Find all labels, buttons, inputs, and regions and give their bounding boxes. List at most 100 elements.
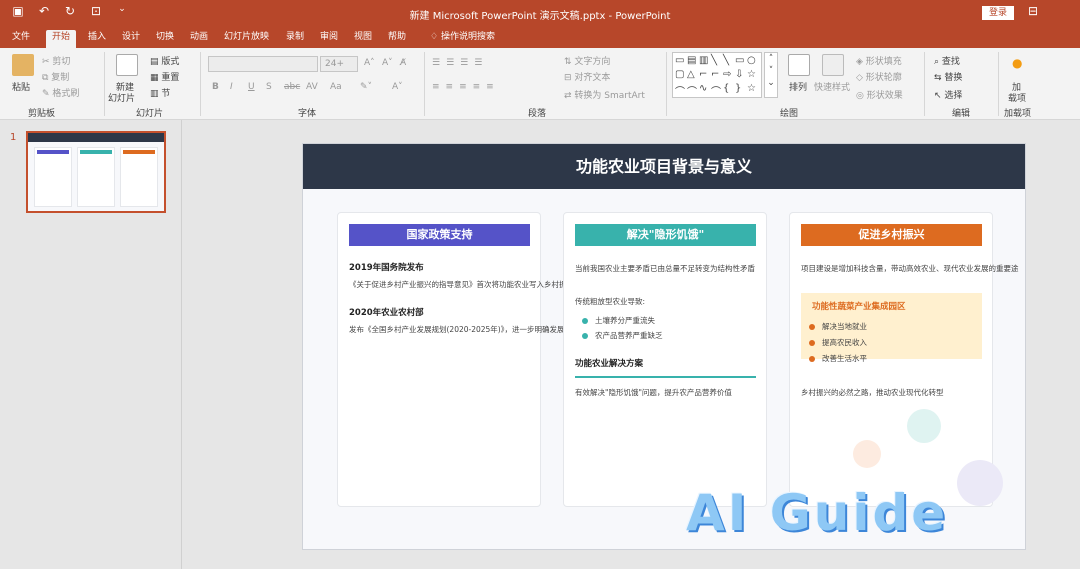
title-bar: ▣ ↶ ↻ ⊡ ⌄ 新建 Microsoft PowerPoint 演示文稿.p… [0, 0, 1080, 26]
card-rural-revitalization[interactable]: 促进乡村振兴 项目建设是增加科技含量，带动高效农业、现代农业发展的重要途 功能性… [789, 212, 1019, 507]
deco-circle [853, 440, 881, 468]
ribbon-tabs: 文件 开始 插入 设计 切换 动画 幻灯片放映 录制 审阅 视图 帮助 ♢ 操作… [0, 26, 1080, 48]
ribbon-display-options-icon[interactable]: ⊟ [1028, 4, 1038, 18]
group-clipboard-label: 剪贴板 [28, 109, 56, 119]
card-hunger-heading: 功能农业解决方案 [575, 359, 644, 369]
tab-record[interactable]: 录制 [280, 30, 310, 48]
group-editing-label: 编辑 [952, 109, 971, 119]
group-paragraph-label: 段落 [528, 109, 547, 119]
list-item: 农产品营养严重缺乏 [582, 330, 663, 341]
spacing-button[interactable]: AV [306, 82, 318, 92]
login-button[interactable]: 登录 [982, 6, 1014, 20]
tab-search[interactable]: ♢ 操作说明搜索 [424, 30, 501, 48]
group-font-label: 字体 [298, 109, 317, 119]
list-item: 解决当地就业 [809, 321, 867, 332]
shapes-scroll[interactable]: ˄ ˅ ⌄ [764, 52, 778, 98]
group-slides-label: 幻灯片 [136, 109, 164, 119]
tab-transitions[interactable]: 切换 [150, 30, 180, 48]
grow-font-icon[interactable]: A˄ [364, 58, 375, 68]
card-hunger-text-1: 当前我国农业主要矛盾已由总量不足转变为结构性矛盾 [575, 264, 755, 273]
section-icon: ▥ [150, 89, 162, 99]
shadow-button[interactable]: S [266, 82, 272, 92]
slide-title[interactable]: 功能农业项目背景与意义 [303, 144, 1025, 189]
arrange-button[interactable]: 排列 [789, 80, 807, 93]
tab-animations[interactable]: 动画 [184, 30, 214, 48]
text-direction-button[interactable]: ⇅ 文字方向 [564, 54, 610, 67]
find-button[interactable]: ⌕ 查找 [934, 54, 960, 67]
addins-icon[interactable]: ● [1012, 56, 1022, 70]
search-icon: ⌕ [934, 57, 942, 67]
deco-circle [957, 460, 1003, 506]
brush-icon: ✎ [42, 89, 53, 99]
shape-fill-button[interactable]: ◈ 形状填充 [856, 54, 902, 67]
shape-outline-button[interactable]: ◇ 形状轮廓 [856, 70, 902, 83]
paste-icon[interactable] [12, 54, 34, 76]
underline-button[interactable]: U [248, 82, 255, 92]
section-button[interactable]: ▥ 节 [150, 86, 170, 99]
card-policy-heading-2: 2020年农业农村部 [349, 308, 424, 318]
card-policy-title: 国家政策支持 [349, 224, 530, 246]
group-addins-label: 加载项 [1004, 109, 1032, 119]
layout-icon: ▤ [150, 57, 162, 67]
card-hidden-hunger[interactable]: 解决"隐形饥饿" 当前我国农业主要矛盾已由总量不足转变为结构性矛盾 传统粗放型农… [563, 212, 767, 507]
format-painter-button[interactable]: ✎ 格式刷 [42, 86, 79, 99]
shrink-font-icon[interactable]: A˅ [382, 58, 393, 68]
thumbnail-number: 1 [10, 132, 17, 143]
slide-thumbnail-pane: 1 [0, 120, 182, 569]
card-policy[interactable]: 国家政策支持 2019年国务院发布 《关于促进乡村产业振兴的指导意见》首次将功能… [337, 212, 654, 507]
strike-button[interactable]: abc [284, 82, 300, 92]
smartart-button[interactable]: ⇄ 转换为 SmartArt [564, 88, 645, 101]
replace-button[interactable]: ⇆ 替换 [934, 70, 962, 83]
card-hunger-title: 解决"隐形饥饿" [575, 224, 756, 246]
align-text-button[interactable]: ⊟ 对齐文本 [564, 70, 610, 83]
tab-view[interactable]: 视图 [348, 30, 378, 48]
select-button[interactable]: ↖ 选择 [934, 88, 962, 101]
list-buttons[interactable]: ☰☰☰☰ [432, 58, 488, 68]
copy-button[interactable]: ⧉ 复制 [42, 70, 69, 83]
paste-button[interactable]: 粘贴 [12, 80, 30, 93]
tab-home[interactable]: 开始 [46, 30, 77, 48]
list-item: 改善生活水平 [809, 353, 867, 364]
effects-icon: ◎ [856, 91, 867, 101]
tab-slideshow[interactable]: 幻灯片放映 [218, 30, 275, 48]
outline-icon: ◇ [856, 73, 866, 83]
reset-button[interactable]: ▦ 重置 [150, 70, 179, 83]
replace-icon: ⇆ [934, 73, 945, 83]
new-slide-icon[interactable] [116, 54, 138, 76]
card-hunger-text-2: 传统粗放型农业导致: [575, 297, 646, 306]
bold-button[interactable]: B [212, 82, 219, 92]
quick-styles-icon[interactable] [822, 54, 844, 76]
layout-button[interactable]: ▤ 版式 [150, 54, 179, 67]
scissors-icon: ✂ [42, 57, 53, 67]
smartart-icon: ⇄ [564, 91, 575, 101]
slide-thumbnail[interactable] [26, 131, 166, 213]
group-drawing-label: 绘图 [780, 109, 799, 119]
lightbulb-icon: ♢ [430, 32, 441, 42]
change-case-button[interactable]: Aa [330, 82, 342, 92]
arrange-icon[interactable] [788, 54, 810, 76]
bullet-icon [582, 333, 588, 339]
ai-guide-watermark: AI Guide [686, 484, 949, 542]
italic-button[interactable]: I [230, 82, 233, 92]
clear-format-icon[interactable]: A̸ [400, 58, 406, 68]
shapes-gallery[interactable]: ▭ ▤ ▥ ╲ ╲ ▭ ○ ▢ △ ⌐ ⌐ ⇨ ⇩ ☆ ⌒ ⌒ ∿ ⌒{} ☆ [672, 52, 762, 98]
cut-button[interactable]: ✂ 剪切 [42, 54, 70, 67]
tab-help[interactable]: 帮助 [382, 30, 412, 48]
card-rural-text-2: 乡村振兴的必然之路，推动农业现代化转型 [801, 388, 944, 397]
quick-styles-button[interactable]: 快速样式 [814, 80, 850, 93]
shape-effects-button[interactable]: ◎ 形状效果 [856, 88, 903, 101]
tab-insert[interactable]: 插入 [82, 30, 112, 48]
font-color-icon[interactable]: A˅ [392, 82, 403, 92]
deco-circle [907, 409, 941, 443]
tab-design[interactable]: 设计 [116, 30, 146, 48]
card-hunger-text-3: 有效解决"隐形饥饿"问题，提升农产品营养价值 [575, 388, 732, 397]
font-name-combo[interactable] [208, 56, 318, 72]
park-box-title: 功能性蔬菜产业集成园区 [812, 302, 906, 312]
tab-review[interactable]: 审阅 [314, 30, 344, 48]
reset-icon: ▦ [150, 73, 162, 83]
tab-file[interactable]: 文件 [6, 30, 36, 48]
font-size-combo[interactable]: 24+ [320, 56, 358, 72]
highlight-icon[interactable]: ✎˅ [360, 82, 372, 92]
align-buttons[interactable]: ≡≡≡≡≡ [432, 82, 500, 92]
text-direction-icon: ⇅ [564, 57, 575, 67]
